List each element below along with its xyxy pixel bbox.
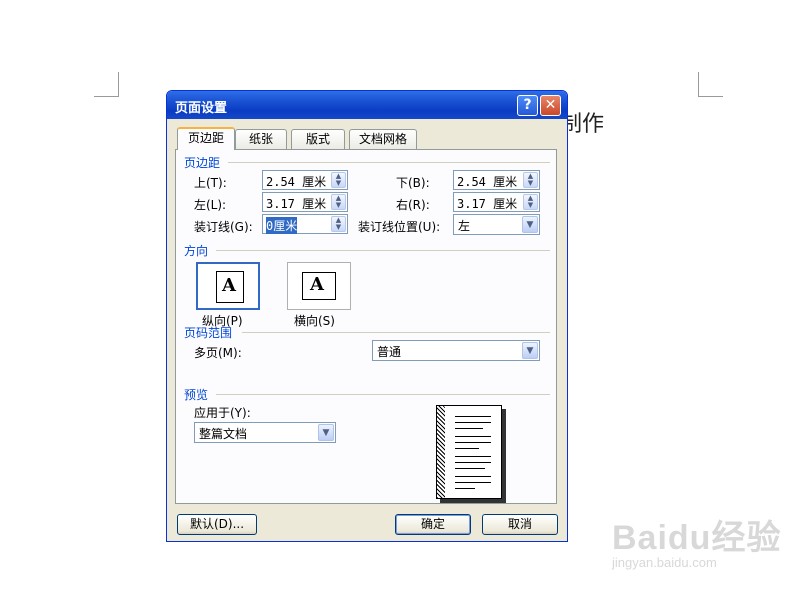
landscape-page-icon: A [302, 272, 336, 300]
page-setup-dialog: 页面设置 ? ✕ 页边距 纸张 版式 文档网格 页边距 上(T): 2.54 厘… [166, 90, 568, 542]
group-divider [216, 394, 550, 395]
group-title-orientation: 方向 [184, 244, 209, 258]
left-margin-label: 左(L): [194, 198, 227, 212]
gutter-position-label: 装订线位置(U): [358, 220, 441, 234]
right-margin-label: 右(R): [396, 198, 430, 212]
spin-arrows-icon[interactable]: ▲ ▼ [523, 172, 538, 188]
preview-line [455, 488, 475, 489]
multiple-pages-value: 普通 [377, 345, 402, 359]
watermark: Baidu经验 jingyan.baidu.com [612, 510, 781, 570]
multiple-pages-select[interactable]: 普通 ▼ [372, 340, 540, 361]
crop-mark-right-v [698, 72, 699, 96]
spin-arrows-icon[interactable]: ▲ ▼ [331, 172, 346, 188]
bottom-margin-value: 2.54 厘米 [457, 175, 518, 189]
preview-line [455, 422, 491, 423]
default-button[interactable]: 默认(D)... [177, 514, 257, 535]
bottom-margin-field[interactable]: 2.54 厘米 ▲ ▼ [453, 170, 540, 190]
group-divider [242, 332, 550, 333]
preview-line [455, 468, 485, 469]
preview-line [455, 448, 479, 449]
right-margin-field[interactable]: 3.17 厘米 ▲ ▼ [453, 192, 540, 212]
preview-line [455, 436, 491, 437]
preview-line [455, 462, 491, 463]
spin-arrows-icon[interactable]: ▲ ▼ [331, 216, 346, 232]
landscape-option[interactable]: A [287, 262, 351, 310]
group-title-preview: 预览 [184, 388, 209, 402]
right-margin-value: 3.17 厘米 [457, 197, 518, 211]
preview-line [455, 428, 483, 429]
cancel-button[interactable]: 取消 [482, 514, 558, 535]
tab-layout[interactable]: 版式 [291, 129, 345, 149]
apply-to-value: 整篇文档 [199, 427, 248, 441]
portrait-option[interactable]: A [196, 262, 260, 310]
bottom-margin-label: 下(B): [396, 176, 430, 190]
apply-to-select[interactable]: 整篇文档 ▼ [194, 422, 336, 443]
help-icon[interactable]: ? [517, 95, 538, 116]
chevron-down-icon[interactable]: ▼ [522, 216, 538, 233]
tab-margins[interactable]: 页边距 [177, 127, 235, 150]
top-margin-value: 2.54 厘米 [266, 175, 327, 189]
landscape-label[interactable]: 横向(S) [294, 312, 335, 329]
gutter-position-select[interactable]: 左 ▼ [453, 214, 540, 235]
top-margin-field[interactable]: 2.54 厘米 ▲ ▼ [262, 170, 348, 190]
spin-arrows-icon[interactable]: ▲ ▼ [331, 194, 346, 210]
preview-line [455, 442, 491, 443]
group-title-margins: 页边距 [184, 156, 221, 170]
preview-line [455, 476, 491, 477]
close-icon[interactable]: ✕ [540, 95, 561, 116]
preview-page [436, 405, 502, 499]
preview-line [455, 456, 491, 457]
gutter-label: 装订线(G): [194, 220, 253, 234]
spin-arrows-icon[interactable]: ▲ ▼ [523, 194, 538, 210]
group-divider [228, 162, 550, 163]
multiple-pages-label: 多页(M): [194, 346, 242, 360]
crop-mark-left-h [94, 96, 119, 97]
watermark-logo: Baidu经验 [612, 519, 782, 557]
dialog-titlebar[interactable]: 页面设置 ? ✕ [167, 91, 567, 119]
tab-doc-grid[interactable]: 文档网格 [349, 129, 417, 149]
gutter-field[interactable]: 0厘米 ▲ ▼ [262, 214, 348, 234]
tab-panel-margins: 页边距 上(T): 2.54 厘米 ▲ ▼ 下(B): 2.54 厘米 ▲ ▼ 左(… [175, 149, 557, 504]
top-margin-label: 上(T): [194, 176, 227, 190]
apply-to-label: 应用于(Y): [194, 406, 251, 420]
chevron-down-icon[interactable]: ▼ [318, 424, 334, 441]
crop-mark-right-h [698, 96, 723, 97]
gutter-position-value: 左 [458, 219, 471, 233]
preview-line [455, 482, 491, 483]
portrait-page-icon: A [216, 271, 244, 303]
dialog-title: 页面设置 [175, 101, 228, 116]
gutter-value: 0厘米 [266, 217, 298, 234]
crop-mark-left-v [118, 72, 119, 96]
group-divider [216, 250, 550, 251]
group-title-pages: 页码范围 [184, 326, 233, 340]
left-margin-field[interactable]: 3.17 厘米 ▲ ▼ [262, 192, 348, 212]
chevron-down-icon[interactable]: ▼ [522, 342, 538, 359]
left-margin-value: 3.17 厘米 [266, 197, 327, 211]
preview-line [455, 416, 491, 417]
gutter-pattern [437, 406, 445, 498]
tab-paper[interactable]: 纸张 [235, 129, 287, 149]
ok-button[interactable]: 确定 [395, 514, 471, 535]
